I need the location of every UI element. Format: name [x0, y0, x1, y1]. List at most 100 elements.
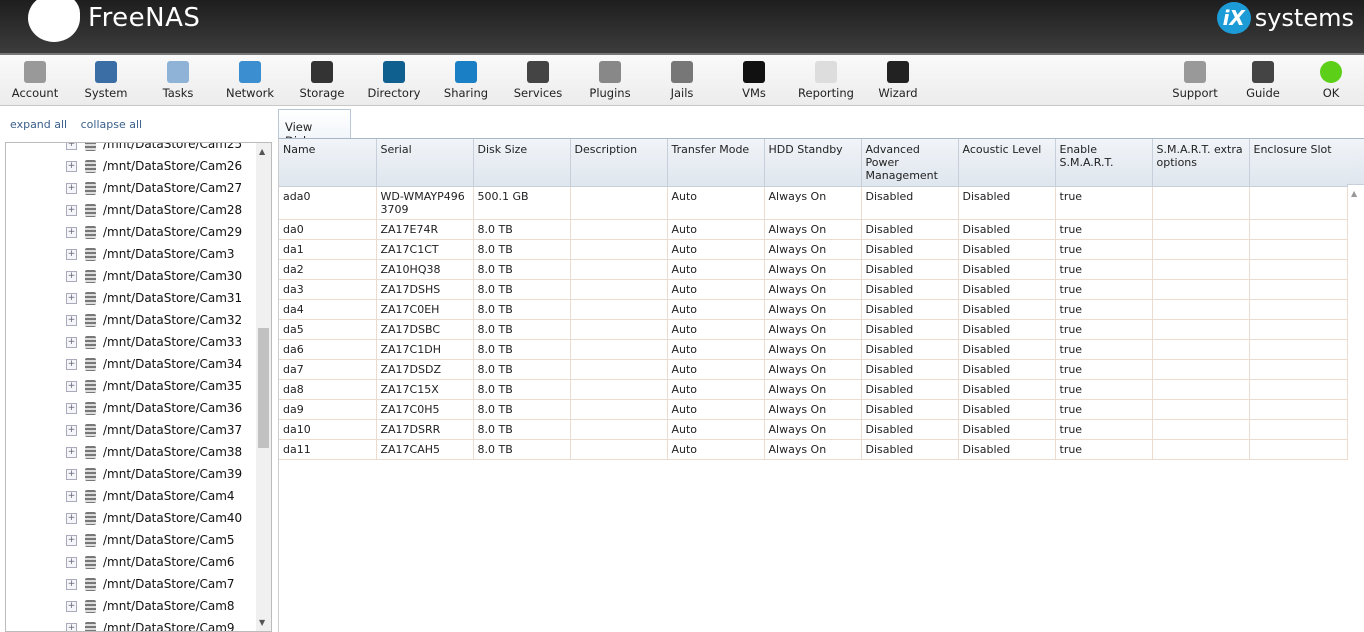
tree-item[interactable]: + /mnt/DataStore/Cam32: [66, 309, 242, 331]
tree-item[interactable]: + /mnt/DataStore/Cam5: [66, 529, 235, 551]
tree-item[interactable]: + /mnt/DataStore/Cam29: [66, 221, 242, 243]
table-row[interactable]: da9 ZA17C0H5 8.0 TB Auto Always On Disabled Di…: [279, 399, 1348, 420]
table-row[interactable]: da1 ZA17C1CT 8.0 TB Auto Always On Disabled Di…: [279, 239, 1348, 260]
toolbar-services[interactable]: Services: [503, 59, 573, 100]
expand-icon[interactable]: +: [66, 380, 77, 392]
ixsystems-logo[interactable]: iX systems: [1216, 2, 1354, 34]
toolbar-storage[interactable]: Storage: [287, 59, 357, 100]
column-header[interactable]: Name: [279, 139, 377, 187]
tree-item[interactable]: + /mnt/DataStore/Cam39: [66, 463, 242, 485]
tree-item[interactable]: + /mnt/DataStore/Cam36: [66, 397, 242, 419]
toolbar-tasks[interactable]: Tasks: [143, 59, 213, 100]
toolbar-vms[interactable]: VMs: [719, 59, 789, 100]
toolbar-system[interactable]: System: [71, 59, 141, 100]
pane-splitter[interactable]: [273, 142, 277, 632]
toolbar-directory[interactable]: Directory: [359, 59, 429, 100]
toolbar-network[interactable]: Network: [215, 59, 285, 100]
column-header[interactable]: Disk Size: [473, 139, 571, 187]
tree-item[interactable]: + /mnt/DataStore/Cam34: [66, 353, 242, 375]
table-row[interactable]: da11 ZA17CAH5 8.0 TB Auto Always On Disabled D…: [279, 439, 1348, 460]
table-row[interactable]: da2 ZA10HQ38 8.0 TB Auto Always On Disabled Di…: [279, 259, 1348, 280]
scroll-up-icon[interactable]: ▲: [259, 147, 265, 156]
grid-scroll-up-icon[interactable]: ▲: [1351, 189, 1357, 198]
expand-icon[interactable]: +: [66, 556, 77, 568]
expand-icon[interactable]: +: [66, 534, 77, 546]
column-header[interactable]: Advanced Power Management: [861, 139, 959, 187]
expand-icon[interactable]: +: [66, 358, 77, 370]
table-cell: Always On: [764, 219, 862, 240]
tree-item[interactable]: + /mnt/DataStore/Cam7: [66, 573, 235, 595]
column-header[interactable]: Enclosure Slot: [1249, 139, 1348, 187]
expand-icon[interactable]: +: [66, 143, 77, 150]
scroll-down-icon[interactable]: ▼: [259, 618, 265, 627]
tree-item[interactable]: + /mnt/DataStore/Cam3: [66, 243, 235, 265]
expand-icon[interactable]: +: [66, 446, 77, 458]
table-row[interactable]: da6 ZA17C1DH 8.0 TB Auto Always On Disabled Di…: [279, 339, 1348, 360]
tree-item[interactable]: + /mnt/DataStore/Cam4: [66, 485, 235, 507]
expand-icon[interactable]: +: [66, 270, 77, 282]
freenas-logo[interactable]: FreeNAS: [28, 0, 200, 42]
expand-icon[interactable]: +: [66, 160, 77, 172]
toolbar-jails[interactable]: Jails: [647, 59, 717, 100]
table-row[interactable]: da7 ZA17DSDZ 8.0 TB Auto Always On Disabled Di…: [279, 359, 1348, 380]
table-cell: [1249, 299, 1348, 320]
expand-icon[interactable]: +: [66, 248, 77, 260]
column-header[interactable]: Enable S.M.A.R.T.: [1055, 139, 1153, 187]
column-header[interactable]: S.M.A.R.T. extra options: [1152, 139, 1250, 187]
toolbar-reporting[interactable]: Reporting: [791, 59, 861, 100]
column-header[interactable]: HDD Standby: [764, 139, 862, 187]
expand-icon[interactable]: +: [66, 182, 77, 194]
tree-item[interactable]: + /mnt/DataStore/Cam37: [66, 419, 242, 441]
expand-icon[interactable]: +: [66, 336, 77, 348]
tree-item[interactable]: + /mnt/DataStore/Cam6: [66, 551, 235, 573]
toolbar-guide[interactable]: Guide: [1228, 59, 1298, 100]
table-row[interactable]: da8 ZA17C15X 8.0 TB Auto Always On Disabled Di…: [279, 379, 1348, 400]
expand-icon[interactable]: +: [66, 204, 77, 216]
tree-item[interactable]: + /mnt/DataStore/Cam33: [66, 331, 242, 353]
expand-icon[interactable]: +: [66, 622, 77, 631]
tab-view-disks[interactable]: View Disks: [278, 109, 351, 148]
expand-icon[interactable]: +: [66, 292, 77, 304]
column-header[interactable]: Description: [570, 139, 668, 187]
tree-item[interactable]: + /mnt/DataStore/Cam26: [66, 155, 242, 177]
expand-icon[interactable]: +: [66, 490, 77, 502]
expand-icon[interactable]: +: [66, 468, 77, 480]
table-row[interactable]: da5 ZA17DSBC 8.0 TB Auto Always On Disabled Di…: [279, 319, 1348, 340]
tree-item[interactable]: + /mnt/DataStore/Cam31: [66, 287, 242, 309]
column-header[interactable]: Transfer Mode: [667, 139, 765, 187]
expand-all-link[interactable]: expand all: [10, 118, 67, 131]
tree-item[interactable]: + /mnt/DataStore/Cam40: [66, 507, 242, 529]
expand-icon[interactable]: +: [66, 512, 77, 524]
tree-item[interactable]: + /mnt/DataStore/Cam35: [66, 375, 242, 397]
tree-item[interactable]: + /mnt/DataStore/Cam38: [66, 441, 242, 463]
tree-item[interactable]: + /mnt/DataStore/Cam25: [66, 143, 242, 155]
table-row[interactable]: da4 ZA17C0EH 8.0 TB Auto Always On Disabled Di…: [279, 299, 1348, 320]
scrollbar-thumb[interactable]: [258, 328, 269, 448]
column-header[interactable]: Acoustic Level: [958, 139, 1056, 187]
expand-icon[interactable]: +: [66, 314, 77, 326]
tree-item[interactable]: + /mnt/DataStore/Cam9: [66, 617, 235, 631]
tree-scrollbar[interactable]: ▲ ▼: [256, 143, 271, 631]
table-row[interactable]: da10 ZA17DSRR 8.0 TB Auto Always On Disabled D…: [279, 419, 1348, 440]
expand-icon[interactable]: +: [66, 402, 77, 414]
toolbar-ok[interactable]: OK: [1296, 59, 1364, 100]
toolbar-plugins[interactable]: Plugins: [575, 59, 645, 100]
expand-icon[interactable]: +: [66, 424, 77, 436]
expand-icon[interactable]: +: [66, 578, 77, 590]
collapse-all-link[interactable]: collapse all: [81, 118, 142, 131]
table-row[interactable]: da3 ZA17DSHS 8.0 TB Auto Always On Disabled Di…: [279, 279, 1348, 300]
expand-icon[interactable]: +: [66, 226, 77, 238]
tree-item[interactable]: + /mnt/DataStore/Cam28: [66, 199, 242, 221]
tree-item[interactable]: + /mnt/DataStore/Cam27: [66, 177, 242, 199]
tree-item[interactable]: + /mnt/DataStore/Cam8: [66, 595, 235, 617]
toolbar-wizard[interactable]: Wizard: [863, 59, 933, 100]
toolbar-sharing[interactable]: Sharing: [431, 59, 501, 100]
expand-icon[interactable]: +: [66, 600, 77, 612]
tree-item[interactable]: + /mnt/DataStore/Cam30: [66, 265, 242, 287]
column-header[interactable]: Serial: [376, 139, 474, 187]
table-row[interactable]: ada0 WD-WMAYP4963709 500.1 GB Auto Always On…: [279, 186, 1348, 220]
table-cell: Always On: [764, 239, 862, 260]
toolbar-account[interactable]: Account: [0, 59, 70, 100]
toolbar-support[interactable]: Support: [1160, 59, 1230, 100]
table-row[interactable]: da0 ZA17E74R 8.0 TB Auto Always On Disabled Di…: [279, 219, 1348, 240]
